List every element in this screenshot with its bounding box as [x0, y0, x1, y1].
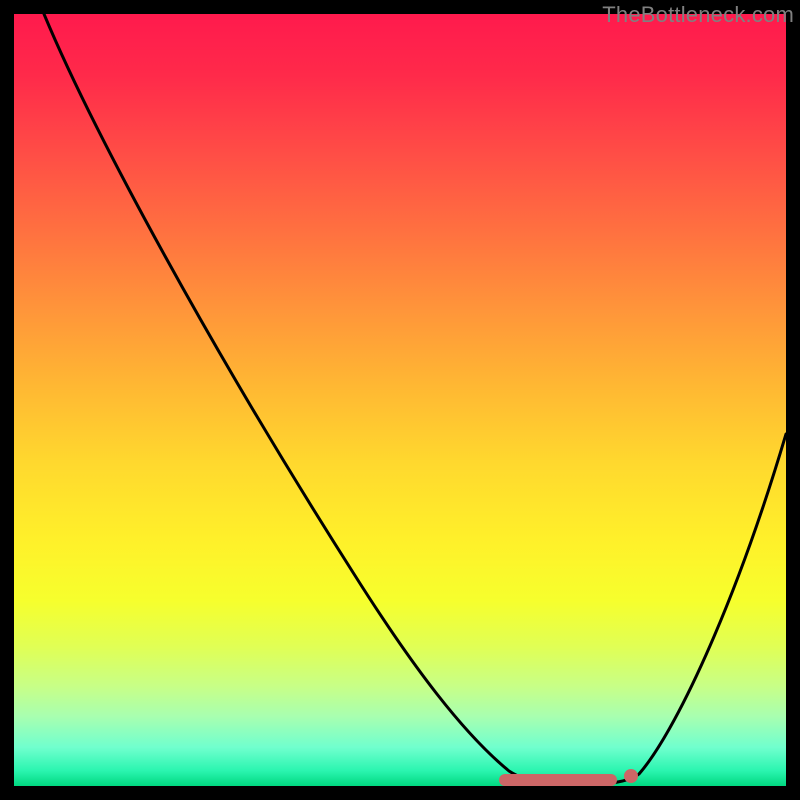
optimal-range-marker — [499, 774, 617, 786]
bottleneck-curve-path — [44, 14, 786, 785]
curve-svg — [14, 14, 786, 786]
watermark-text: TheBottleneck.com — [602, 2, 794, 28]
optimal-point-marker — [624, 769, 638, 783]
chart-container: TheBottleneck.com — [0, 0, 800, 800]
